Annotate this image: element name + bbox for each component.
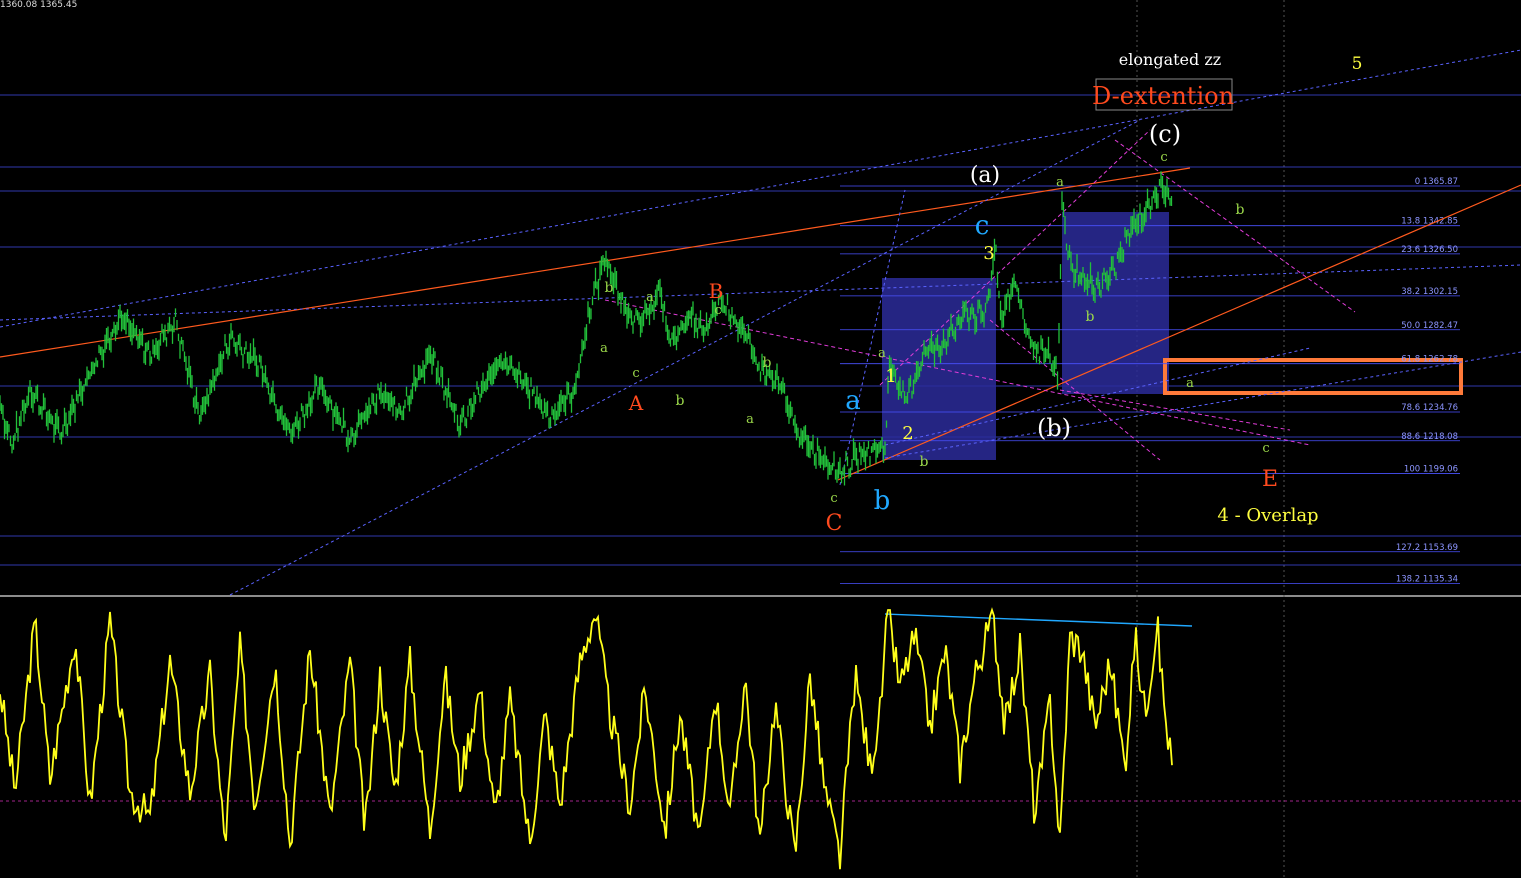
wave-label: b <box>920 454 929 470</box>
wave-label: 2 <box>902 423 913 444</box>
blue-dotted-trendline <box>0 264 1521 321</box>
wave-label: a <box>646 290 654 305</box>
wave-label: elongated zz <box>1119 50 1221 69</box>
blue-dotted-trendline <box>0 49 1521 328</box>
fib-level-label: 38.2 1302.15 <box>1401 287 1458 297</box>
overlap-zone-box <box>1163 358 1463 395</box>
wave-label: c <box>1262 441 1269 456</box>
wave-label: c <box>632 366 639 381</box>
wave-label: b <box>676 393 685 409</box>
wave-label: c <box>1160 150 1167 165</box>
wave-label: (c) <box>1149 120 1181 148</box>
wave-label: A <box>628 391 644 415</box>
fib-level-label: 23.6 1326.50 <box>1401 245 1458 255</box>
wave-label: 4 - Overlap <box>1217 505 1318 526</box>
wave-label: C <box>826 511 843 536</box>
wave-label: a <box>845 386 861 416</box>
wave-label: a <box>878 346 886 361</box>
fib-level-label: 78.6 1234.76 <box>1401 403 1458 413</box>
orange-upper-channel <box>0 167 1191 358</box>
wave-label: (b) <box>1037 414 1071 442</box>
fib-level-label: 138.2 1135.34 <box>1396 574 1458 584</box>
oscillator-line <box>0 607 1173 870</box>
wave-label: b <box>605 280 614 296</box>
elliott-wave-chart[interactable]: 0 1365.87 13.8 1342.85 23.6 1326.50 38.2 13… <box>0 0 1521 878</box>
wave-label: b <box>763 355 772 371</box>
wave-label: a <box>746 412 754 427</box>
wave-label: 3 <box>983 243 994 264</box>
wave-label: a <box>600 341 608 356</box>
fib-box <box>1062 212 1169 394</box>
wave-label: b <box>874 486 891 516</box>
fib-level-label: 13.8 1342.85 <box>1401 217 1458 227</box>
wave-label: 1 <box>885 366 896 387</box>
wave-label: 5 <box>1352 54 1363 74</box>
wave-label: c <box>714 303 721 318</box>
fib-level-label: 88.6 1218.08 <box>1401 432 1458 442</box>
wave-label: a <box>1186 376 1194 391</box>
wave-label: c <box>830 491 837 506</box>
fib-level-label: 61.8 1262.78 <box>1401 355 1458 365</box>
wave-label: (a) <box>970 163 1000 188</box>
wave-label: B <box>709 279 724 303</box>
magenta-dotted-trendline <box>1059 389 1291 431</box>
wave-label: b <box>1086 309 1095 325</box>
wave-label: c <box>975 211 990 241</box>
wave-label: a <box>1056 175 1064 190</box>
trendlines <box>0 49 1521 627</box>
oscillator-panel <box>0 607 1173 870</box>
wave-label: b <box>1236 202 1245 218</box>
wave-label: D-extention <box>1092 82 1234 110</box>
fib-level-label: 0 1365.87 <box>1415 177 1458 187</box>
fib-level-label: 127.2 1153.69 <box>1396 543 1458 553</box>
fib-level-label: 50.0 1282.47 <box>1401 321 1458 331</box>
wave-label: E <box>1262 467 1278 492</box>
fib-level-label: 100 1199.06 <box>1404 465 1458 475</box>
divergence-line <box>884 613 1193 627</box>
chart-grid <box>0 0 1521 878</box>
